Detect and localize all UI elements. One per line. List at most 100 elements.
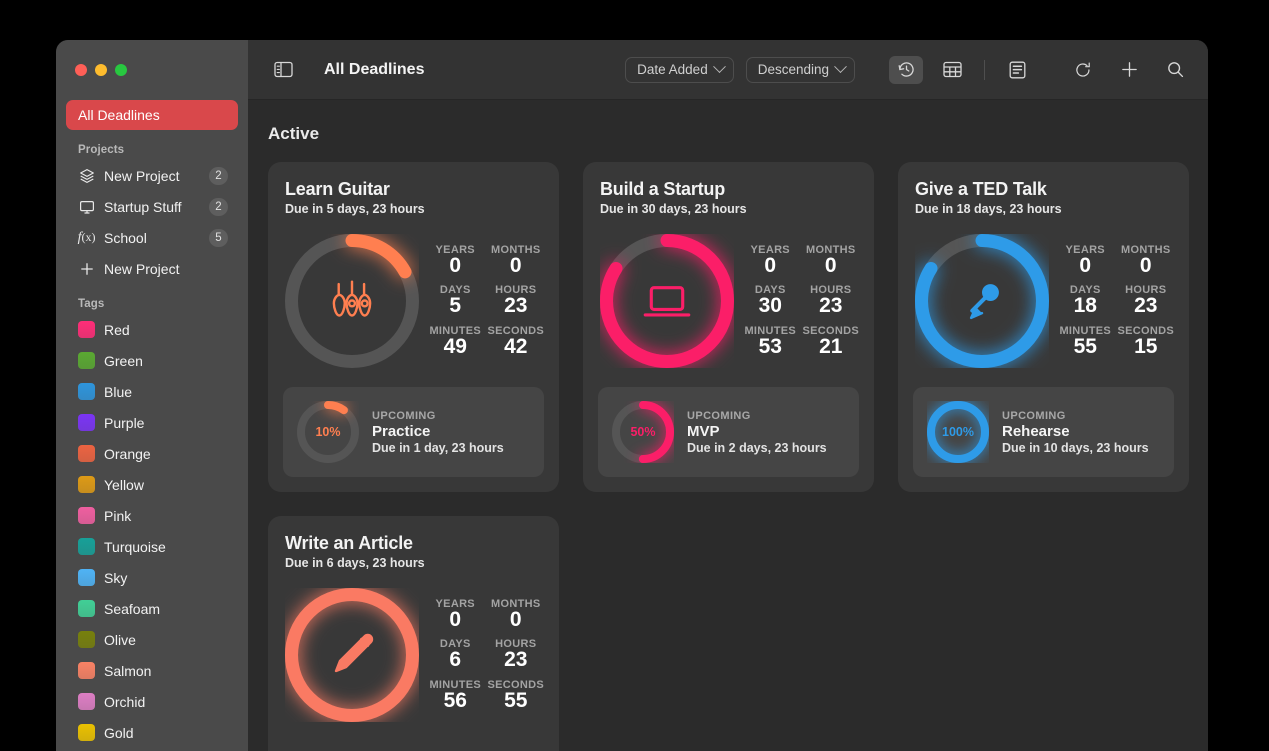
tag-color-swatch (78, 507, 95, 524)
tag-color-swatch (78, 662, 95, 679)
window-traffic-lights (66, 40, 238, 92)
unit-value-minutes: 49 (427, 336, 484, 358)
unit-value-days: 5 (427, 295, 484, 317)
deadline-progress-ring (285, 588, 419, 722)
deadline-title: Learn Guitar (285, 179, 544, 200)
deadline-card[interactable]: Learn Guitar Due in 5 days, 23 hours YEA… (268, 162, 559, 492)
refresh-icon[interactable] (1066, 56, 1100, 84)
unit-value-hours: 23 (488, 295, 545, 317)
sidebar-tag-label: Blue (104, 384, 228, 400)
timer-view-icon[interactable] (889, 56, 923, 84)
sidebar-tag-list: Red Green Blue PurpleOrangeYellow Pink Turquo… (66, 314, 238, 748)
tag-color-swatch (78, 600, 95, 617)
sidebar-tag-orange[interactable]: Orange (66, 438, 238, 469)
sidebar-tag-gold[interactable]: Gold (66, 717, 238, 748)
sidebar-tag-green[interactable]: Green (66, 345, 238, 376)
sidebar-tag-pink[interactable]: Pink (66, 500, 238, 531)
toolbar: All Deadlines Date Added Descending (248, 40, 1208, 100)
sort-field-value: Date Added (637, 62, 708, 77)
unit-value-days: 30 (742, 295, 799, 317)
add-icon[interactable] (1112, 56, 1146, 84)
deadline-progress-ring (285, 234, 419, 368)
sidebar-tag-orchid[interactable]: Orchid (66, 686, 238, 717)
countdown-units: YEARS 0 MONTHS 0 DAYS 5 HOURS 23 MINUTES… (419, 244, 544, 357)
tag-color-swatch (78, 476, 95, 493)
sort-direction-dropdown[interactable]: Descending (746, 57, 855, 83)
sidebar-tag-turquoise[interactable]: Turquoise (66, 531, 238, 562)
deadline-progress-ring (915, 234, 1049, 368)
search-icon[interactable] (1158, 56, 1192, 84)
deadline-card-grid: Learn Guitar Due in 5 days, 23 hours YEA… (268, 162, 1184, 751)
sidebar-section-tags: Tags (66, 284, 238, 314)
upcoming-title: MVP (687, 423, 845, 440)
sidebar-tag-seafoam[interactable]: Seafoam (66, 593, 238, 624)
sidebar-new-project-button[interactable]: New Project (66, 253, 238, 284)
tag-color-swatch (78, 383, 95, 400)
sidebar-tag-salmon[interactable]: Salmon (66, 655, 238, 686)
unit-value-hours: 23 (1118, 295, 1175, 317)
toolbar-divider (984, 60, 985, 80)
upcoming-percent: 50% (612, 401, 674, 463)
tag-color-swatch (78, 414, 95, 431)
sidebar-item-count: 2 (209, 167, 228, 185)
tag-color-swatch (78, 538, 95, 555)
list-view-icon[interactable] (1000, 56, 1034, 84)
deadline-card[interactable]: Give a TED Talk Due in 18 days, 23 hours… (898, 162, 1189, 492)
app-window: All Deadlines Projects New Project 2 (56, 40, 1208, 751)
deadline-card[interactable]: Build a Startup Due in 30 days, 23 hours… (583, 162, 874, 492)
sidebar-tag-label: Gold (104, 725, 228, 741)
sidebar-tag-blue[interactable]: Blue (66, 376, 238, 407)
upcoming-progress-ring: 10% (297, 401, 359, 463)
tag-color-swatch (78, 321, 95, 338)
sidebar-item-new-project-1[interactable]: New Project 2 (66, 160, 238, 191)
monitor-icon (78, 198, 95, 215)
page-title: All Deadlines (324, 61, 424, 79)
sidebar-tag-yellow[interactable]: Yellow (66, 469, 238, 500)
sidebar-item-label: School (104, 230, 200, 246)
deadline-title: Build a Startup (600, 179, 859, 200)
upcoming-due: Due in 10 days, 23 hours (1002, 441, 1160, 455)
sidebar-new-project-label: New Project (104, 261, 228, 277)
deadline-card[interactable]: Write an Article Due in 6 days, 23 hours… (268, 516, 559, 751)
upcoming-title: Practice (372, 423, 530, 440)
unit-value-years: 0 (1057, 255, 1114, 277)
sort-direction-value: Descending (758, 62, 829, 77)
upcoming-task[interactable]: 100% UPCOMING Rehearse Due in 10 days, 2… (913, 387, 1174, 477)
unit-value-minutes: 56 (427, 690, 484, 712)
sidebar-tag-label: Seafoam (104, 601, 228, 617)
tag-color-swatch (78, 724, 95, 741)
sidebar-tag-label: Sky (104, 570, 228, 586)
minimize-window-button[interactable] (95, 64, 107, 76)
upcoming-kicker: UPCOMING (1002, 410, 1160, 422)
sort-field-dropdown[interactable]: Date Added (625, 57, 734, 83)
sidebar-item-startup-stuff[interactable]: Startup Stuff 2 (66, 191, 238, 222)
plus-icon (78, 260, 95, 277)
upcoming-task[interactable]: 10% UPCOMING Practice Due in 1 day, 23 h… (283, 387, 544, 477)
unit-value-months: 0 (488, 609, 545, 631)
sidebar: All Deadlines Projects New Project 2 (56, 40, 248, 751)
sidebar-tag-olive[interactable]: Olive (66, 624, 238, 655)
unit-value-years: 0 (427, 255, 484, 277)
sidebar-tag-red[interactable]: Red (66, 314, 238, 345)
table-view-icon[interactable] (935, 56, 969, 84)
deadline-due: Due in 5 days, 23 hours (285, 202, 544, 216)
sidebar-tag-purple[interactable]: Purple (66, 407, 238, 438)
sidebar-tag-label: Turquoise (104, 539, 228, 555)
sidebar-tag-sky[interactable]: Sky (66, 562, 238, 593)
deadline-due: Due in 30 days, 23 hours (600, 202, 859, 216)
sidebar-tag-label: Red (104, 322, 228, 338)
section-title-active: Active (268, 124, 1184, 144)
sidebar-tag-label: Pink (104, 508, 228, 524)
sidebar-toggle-icon[interactable] (266, 56, 300, 84)
upcoming-task[interactable]: 50% UPCOMING MVP Due in 2 days, 23 hours (598, 387, 859, 477)
close-window-button[interactable] (75, 64, 87, 76)
sidebar-item-label: Startup Stuff (104, 199, 200, 215)
unit-value-days: 18 (1057, 295, 1114, 317)
sidebar-item-all-deadlines[interactable]: All Deadlines (66, 100, 238, 130)
sidebar-tag-label: Green (104, 353, 228, 369)
sidebar-tag-label: Orchid (104, 694, 228, 710)
tag-color-swatch (78, 445, 95, 462)
sidebar-item-school[interactable]: f(x) School 5 (66, 222, 238, 253)
unit-value-seconds: 42 (488, 336, 545, 358)
zoom-window-button[interactable] (115, 64, 127, 76)
